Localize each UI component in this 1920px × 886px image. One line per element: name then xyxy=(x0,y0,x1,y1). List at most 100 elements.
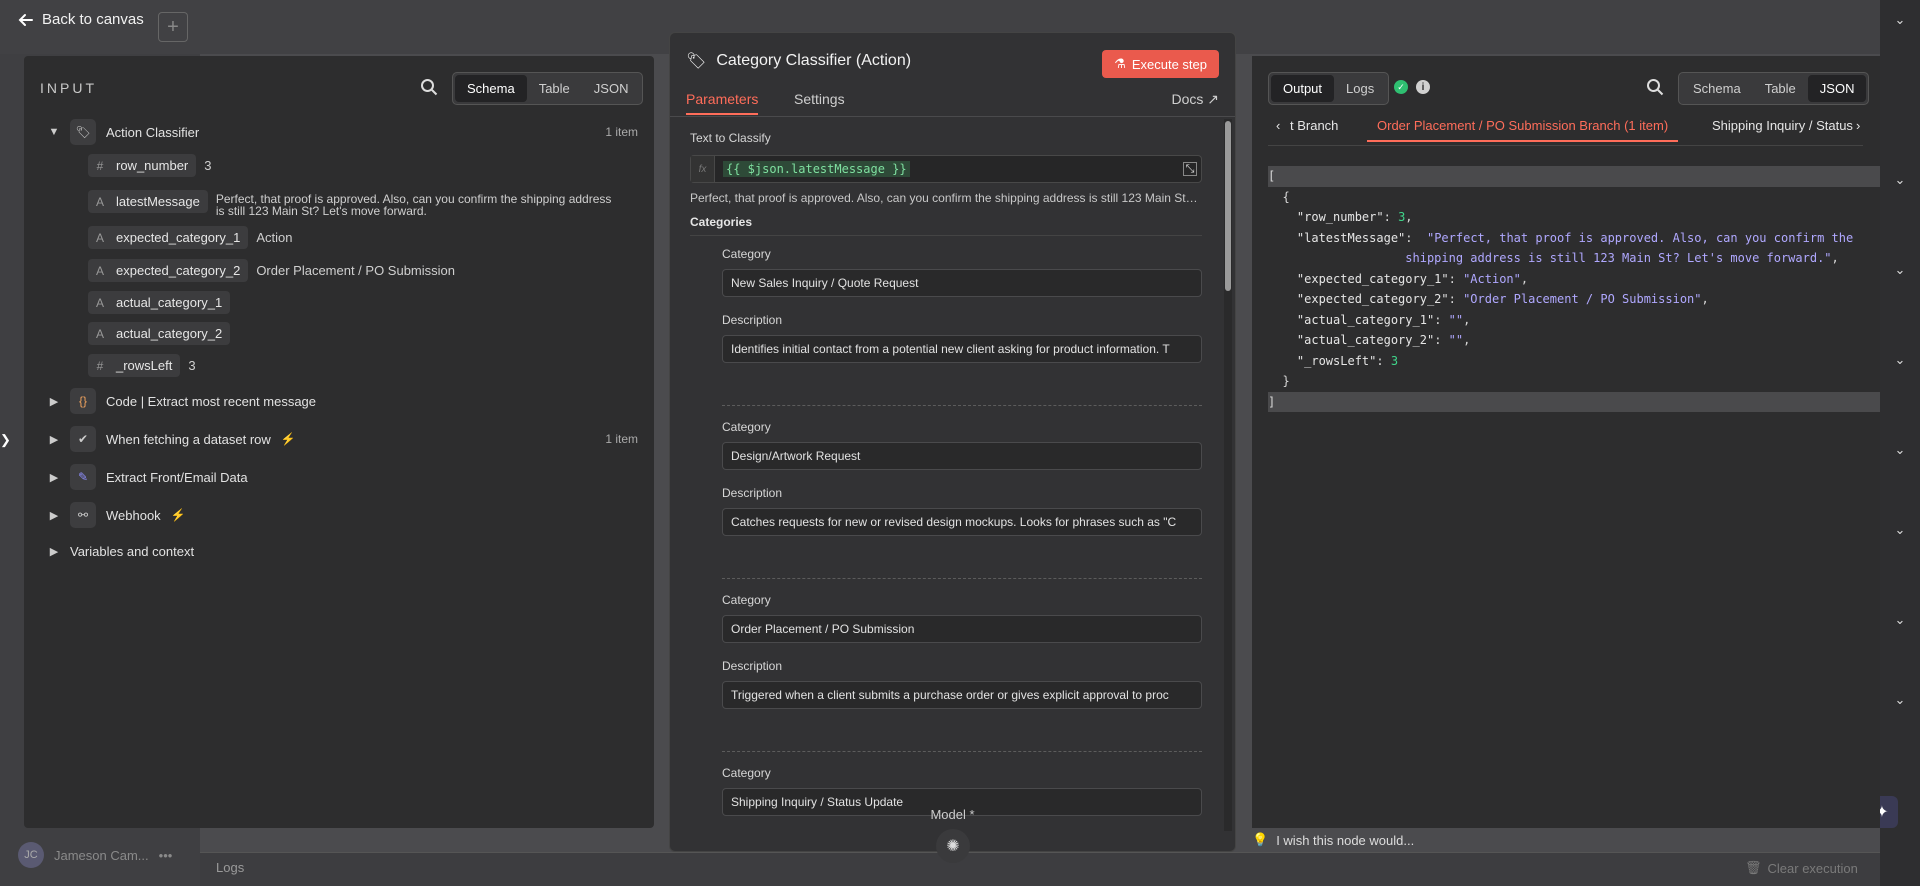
string-type-icon: A xyxy=(95,194,104,209)
tab-parameters[interactable]: Parameters xyxy=(686,91,759,115)
json-brace-close: } xyxy=(1268,374,1290,388)
divider xyxy=(690,235,1202,236)
chevrons-down-icon[interactable]: ⌄ xyxy=(1880,510,1920,550)
back-to-canvas-button[interactable]: Back to canvas xyxy=(18,11,144,28)
chevrons-down-icon[interactable]: ⌄ xyxy=(1880,680,1920,720)
view-schema-tab[interactable]: Schema xyxy=(455,75,527,102)
more-icon[interactable]: ••• xyxy=(159,848,173,863)
description-input[interactable]: Triggered when a client submits a purcha… xyxy=(722,681,1202,709)
description-input[interactable]: Identifies initial contact from a potent… xyxy=(722,335,1202,363)
node-when-fetching-dataset-row[interactable]: ▶ ✔ When fetching a dataset row ⚡ xyxy=(48,426,296,452)
field-pill[interactable]: # _rowsLeft xyxy=(88,354,181,377)
view-schema-tab[interactable]: Schema xyxy=(1681,75,1753,102)
number-type-icon: # xyxy=(96,158,104,173)
field-key: latestMessage xyxy=(116,194,200,209)
node-webhook[interactable]: ▶ ⚯ Webhook ⚡ xyxy=(48,502,186,528)
field-pill[interactable]: Aactual_category_2 xyxy=(88,322,231,345)
json-line: "latestMessage": "Perfect, that proof is… xyxy=(1296,230,1854,245)
add-button[interactable]: + xyxy=(158,12,188,42)
node-title-text[interactable]: Category Classifier (Action) xyxy=(716,52,911,70)
chevrons-down-icon[interactable]: ⌄ xyxy=(1880,340,1920,380)
search-icon[interactable] xyxy=(420,78,438,96)
parameters-body: Text to Classify fx {{ $json.latestMessa… xyxy=(670,117,1226,831)
category-input[interactable]: Design/Artwork Request xyxy=(722,442,1202,470)
field-key: _rowsLeft xyxy=(116,358,173,373)
field-row-expected-category-2: Aexpected_category_2 Order Placement / P… xyxy=(88,259,455,282)
chevrons-down-icon[interactable]: ⌄ xyxy=(1880,160,1920,200)
arrow-left-icon xyxy=(18,13,33,26)
tab-settings[interactable]: Settings xyxy=(794,91,845,107)
category-input[interactable]: Order Placement / PO Submission xyxy=(722,615,1202,643)
chevron-right-icon[interactable]: ▶ xyxy=(48,471,60,484)
field-pill[interactable]: Aexpected_category_1 xyxy=(88,226,249,249)
node-action-classifier[interactable]: ▼ 🏷 Action Classifier xyxy=(48,119,199,145)
chevron-right-icon[interactable]: › xyxy=(1856,118,1860,133)
chevron-down-icon[interactable]: ▼ xyxy=(48,126,60,138)
branch-tab[interactable]: Shipping Inquiry / Status xyxy=(1712,118,1853,133)
node-code-extract[interactable]: ▶ {} Code | Extract most recent message xyxy=(48,388,316,414)
text-to-classify-label: Text to Classify xyxy=(690,131,771,145)
chevrons-down-icon[interactable]: ⌄ xyxy=(1880,430,1920,470)
branch-tab-active[interactable]: Order Placement / PO Submission Branch (… xyxy=(1367,118,1679,142)
clear-execution-label: Clear execution xyxy=(1767,860,1858,876)
user-profile[interactable]: JC Jameson Cam... ••• xyxy=(18,842,172,868)
scrollbar-thumb[interactable] xyxy=(1225,121,1231,291)
info-icon[interactable]: i xyxy=(1416,80,1430,94)
node-extract-front-email[interactable]: ▶ ✎ Extract Front/Email Data xyxy=(48,464,248,490)
output-mode-toggle: Output Logs xyxy=(1268,72,1390,105)
chevrons-down-icon[interactable]: ⌄ xyxy=(1880,250,1920,290)
node-label: Code | Extract most recent message xyxy=(106,393,317,409)
flask-icon: ⚗ xyxy=(1114,56,1126,71)
chevron-left-icon[interactable]: ‹ xyxy=(1276,118,1280,133)
search-icon[interactable] xyxy=(1646,78,1664,96)
field-value: 3 xyxy=(188,358,196,373)
json-value: shipping address is still 123 Main St? L… xyxy=(1405,251,1832,265)
tab-logs[interactable]: Logs xyxy=(1334,75,1386,102)
json-value: "Order Placement / PO Submission" xyxy=(1463,292,1702,306)
feedback-prompt[interactable]: 💡 I wish this node would... xyxy=(1252,832,1414,848)
item-count: 1 item xyxy=(605,432,638,446)
tab-output[interactable]: Output xyxy=(1271,75,1335,102)
field-pill[interactable]: AlatestMessage xyxy=(88,190,208,213)
chevron-right-icon[interactable]: ▶ xyxy=(48,509,60,522)
openai-icon[interactable]: ✺ xyxy=(936,829,970,863)
description-input[interactable]: Catches requests for new or revised desi… xyxy=(722,508,1202,536)
view-json-tab[interactable]: JSON xyxy=(1807,75,1867,102)
view-table-tab[interactable]: Table xyxy=(527,75,582,102)
field-pill[interactable]: Aexpected_category_2 xyxy=(88,259,249,282)
node-label: Webhook xyxy=(106,507,161,523)
docs-link[interactable]: Docs ↗ xyxy=(1171,91,1219,108)
field-pill[interactable]: # row_number xyxy=(88,154,197,177)
logs-bar[interactable] xyxy=(200,852,1880,886)
logs-label[interactable]: Logs xyxy=(216,860,244,875)
description-label: Description xyxy=(722,659,783,673)
number-type-icon: # xyxy=(96,358,104,373)
chevrons-down-icon[interactable]: ⌄ xyxy=(1880,600,1920,640)
category-input[interactable]: New Sales Inquiry / Quote Request xyxy=(722,269,1202,297)
user-name: Jameson Cam... xyxy=(54,847,149,863)
chevrons-down-icon[interactable]: ⌄ xyxy=(1880,0,1920,40)
field-value: 3 xyxy=(204,158,212,173)
view-table-tab[interactable]: Table xyxy=(1753,75,1808,102)
chevron-right-icon[interactable]: ▶ xyxy=(48,433,60,446)
node-variables-context[interactable]: ▶ Variables and context xyxy=(48,544,194,559)
fx-badge: fx xyxy=(691,156,715,182)
chevron-right-icon[interactable]: ▶ xyxy=(48,395,60,408)
wish-label: I wish this node would... xyxy=(1276,832,1415,848)
field-key: row_number xyxy=(116,158,189,173)
clear-execution-button[interactable]: 🗑 Clear execution xyxy=(1745,860,1858,876)
chevron-right-icon[interactable]: ▶ xyxy=(48,545,60,558)
category-label: Category xyxy=(722,766,771,780)
expand-editor-icon[interactable]: ⤡ xyxy=(1183,162,1197,176)
output-panel: Output Logs ✓ i Schema Table JSON ‹ t Br… xyxy=(1252,56,1880,828)
lightbulb-icon: 💡 xyxy=(1252,832,1269,847)
json-view[interactable]: [ { "row_number": 3, "latestMessage": "P… xyxy=(1268,166,1880,412)
scrollbar[interactable] xyxy=(1224,119,1232,831)
view-json-tab[interactable]: JSON xyxy=(582,75,641,102)
branch-tab[interactable]: t Branch xyxy=(1290,118,1338,133)
category-label: Category xyxy=(722,247,771,261)
field-pill[interactable]: Aactual_category_1 xyxy=(88,291,231,314)
expand-sidebar-icon[interactable]: ❯ xyxy=(0,425,14,455)
expression-input[interactable]: fx {{ $json.latestMessage }} ⤡ xyxy=(690,155,1202,183)
execute-step-button[interactable]: ⚗ Execute step xyxy=(1102,50,1219,78)
